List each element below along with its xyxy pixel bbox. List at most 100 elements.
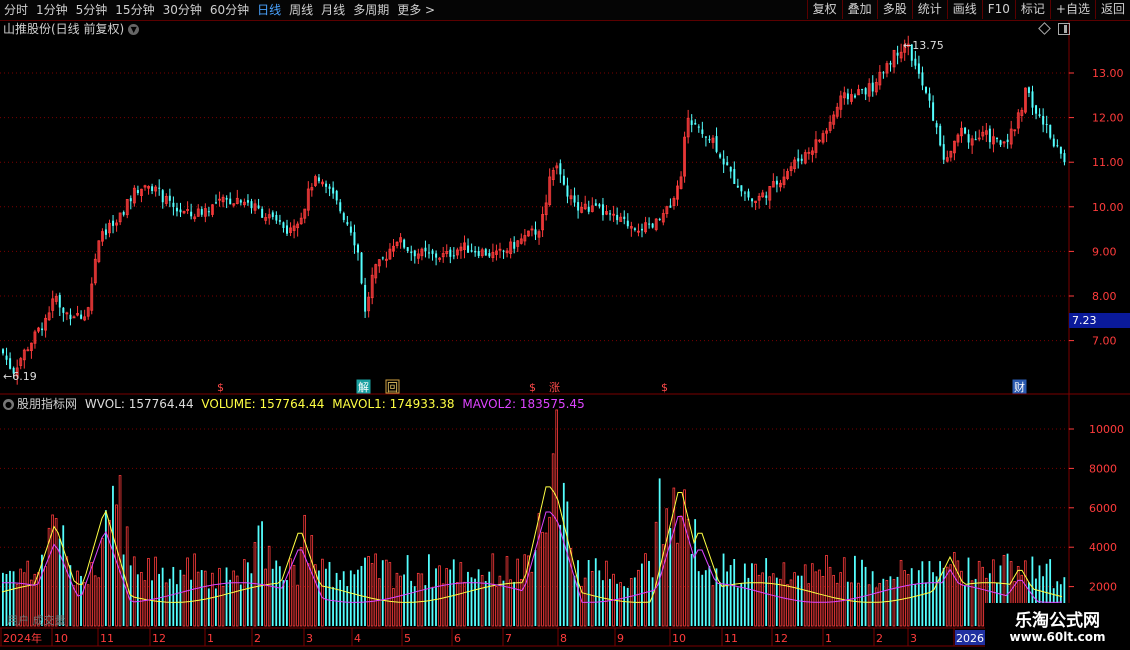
candle-101 <box>360 251 363 285</box>
candle-212 <box>754 200 757 211</box>
candle-52 <box>186 201 190 215</box>
candle-105 <box>374 263 378 284</box>
vol-bar-257 <box>914 584 917 626</box>
candle-152 <box>541 206 544 237</box>
candle-244 <box>867 78 871 102</box>
candle-13 <box>47 306 51 321</box>
candle-195 <box>694 119 697 125</box>
vol-bar-183 <box>651 577 654 626</box>
event-marker-2: 回 <box>387 381 398 394</box>
candle-259 <box>921 66 924 91</box>
candle-166 <box>590 197 594 213</box>
vol-bar-160 <box>569 548 573 627</box>
vol-bar-0 <box>2 572 4 626</box>
price-tick-5: 8.00 <box>1092 290 1117 303</box>
indicator-title[interactable]: ● 股朋指标网 WVOL: 157764.44 VOLUME: 157764.44… <box>3 396 585 412</box>
candle-192 <box>683 131 686 183</box>
vol-bar-106 <box>377 578 381 627</box>
vol-bar-123 <box>438 565 441 627</box>
vol-bar-77 <box>275 560 278 626</box>
vol-bar-230 <box>818 569 821 627</box>
vol-bar-181 <box>644 553 647 627</box>
vol-bar-60 <box>215 588 217 626</box>
vol-bar-15 <box>54 518 58 627</box>
vol-bar-158 <box>562 482 565 626</box>
gear-icon[interactable]: ● <box>3 399 14 410</box>
vol-bar-82 <box>292 564 296 627</box>
vol-bar-249 <box>885 579 889 627</box>
candle-87 <box>310 183 314 197</box>
candle-119 <box>424 240 427 258</box>
vol-bar-99 <box>353 574 356 626</box>
candle-187 <box>665 205 669 218</box>
candle-199 <box>708 135 711 143</box>
candle-12 <box>44 314 47 338</box>
vol-bar-115 <box>410 580 413 626</box>
candle-156 <box>555 162 559 175</box>
vol-bar-253 <box>899 559 903 627</box>
indicator-name: 股朋指标网 <box>17 397 78 411</box>
event-marker-4: 涨 <box>549 381 560 394</box>
candle-33 <box>118 212 122 226</box>
candle-125 <box>445 244 449 258</box>
vol-bar-198 <box>704 570 707 626</box>
candle-99 <box>353 224 356 254</box>
candle-106 <box>377 259 381 273</box>
candle-117 <box>416 248 420 264</box>
candle-62 <box>221 194 225 208</box>
candle-188 <box>669 198 672 208</box>
candle-35 <box>125 199 129 219</box>
vol-bar-215 <box>765 558 768 626</box>
vol-bar-59 <box>211 572 214 627</box>
candle-164 <box>583 195 587 211</box>
candle-274 <box>974 131 977 141</box>
vol-bar-94 <box>335 572 338 626</box>
candle-1 <box>5 347 8 366</box>
candle-297 <box>1056 139 1059 148</box>
vol-bar-107 <box>381 560 384 626</box>
candle-60 <box>215 194 217 205</box>
xaxis-label-7: 4 <box>354 632 361 645</box>
vol-bar-237 <box>842 557 846 627</box>
price-chart[interactable]: 13.00 12.00 11.00 10.00 9.00 8.00 7.00 10000 800… <box>0 0 1130 650</box>
candle-17 <box>62 307 65 322</box>
xaxis-label-17: 2 <box>876 632 883 645</box>
vol-bar-192 <box>683 489 686 627</box>
candle-80 <box>286 219 288 236</box>
candle-233 <box>828 115 832 134</box>
vol-bar-204 <box>726 571 728 626</box>
chevron-down-icon[interactable]: ▼ <box>128 24 140 35</box>
vol-bar-80 <box>286 580 288 626</box>
vol-bar-134 <box>477 569 480 626</box>
vol-bar-102 <box>364 557 366 626</box>
candle-122 <box>435 250 438 266</box>
candle-200 <box>711 135 715 149</box>
xaxis-label-11: 8 <box>560 632 567 645</box>
candle-177 <box>629 221 633 237</box>
candle-286 <box>1016 109 1020 134</box>
mavol2-value: MAVOL2: 183575.45 <box>462 397 585 411</box>
candle-129 <box>459 242 463 259</box>
candle-174 <box>619 212 623 222</box>
candle-54 <box>193 213 197 222</box>
candle-10 <box>37 326 40 334</box>
candle-224 <box>797 149 800 169</box>
candle-140 <box>498 242 502 259</box>
vol-bar-92 <box>328 561 331 626</box>
xaxis-label-2: 11 <box>100 632 114 645</box>
candle-53 <box>190 203 193 220</box>
candle-72 <box>257 198 260 210</box>
candle-90 <box>321 179 324 187</box>
chart-title[interactable]: 山推股份(日线 前复权) ▼ <box>3 21 140 37</box>
candle-232 <box>825 127 828 143</box>
vol-bar-217 <box>771 573 775 627</box>
candle-277 <box>984 122 988 142</box>
window-toggle-icon[interactable] <box>1058 23 1070 35</box>
vol-bar-228 <box>811 563 814 627</box>
vol-bar-234 <box>832 574 835 627</box>
vol-bar-220 <box>782 562 786 627</box>
vol-bar-197 <box>701 574 704 626</box>
candle-242 <box>861 88 864 95</box>
candle-141 <box>502 249 505 259</box>
candle-61 <box>218 191 221 207</box>
